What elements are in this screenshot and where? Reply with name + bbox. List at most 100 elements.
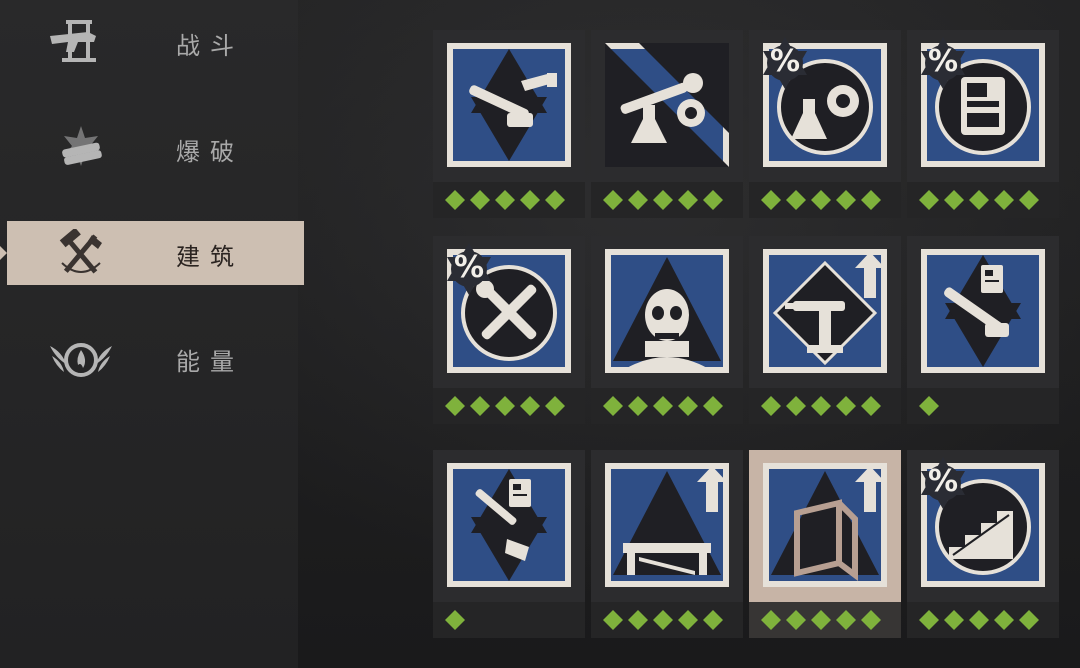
category-label: 能量 xyxy=(176,348,244,376)
drill-blueprint-perk-icon xyxy=(447,463,571,587)
rank-pip-icon xyxy=(445,610,465,630)
percent-badge-text: % xyxy=(927,44,959,79)
explosives-icon xyxy=(62,126,102,166)
category-label: 战斗 xyxy=(176,32,244,60)
rank-pips xyxy=(445,190,565,210)
rank-pip-icon xyxy=(811,610,831,630)
rank-bar xyxy=(907,602,1059,638)
rank-pip-icon xyxy=(678,190,698,210)
chainsaw-blueprint-perk-icon xyxy=(921,249,1045,373)
perk-card[interactable] xyxy=(433,450,585,638)
construction-icon xyxy=(59,229,102,274)
category-sidebar: 战斗 爆破 建筑 能量 xyxy=(0,0,304,668)
percent-badge: % xyxy=(915,455,971,511)
rank-pips xyxy=(919,190,1039,210)
rank-pip-icon xyxy=(628,396,648,416)
rank-bar xyxy=(591,182,743,218)
rank-pip-icon xyxy=(520,190,540,210)
rank-pip-icon xyxy=(495,190,515,210)
rank-pip-icon xyxy=(628,610,648,630)
rank-pip-icon xyxy=(703,396,723,416)
rank-pip-icon xyxy=(944,190,964,210)
rank-pip-icon xyxy=(761,610,781,630)
skull-perk-icon xyxy=(605,249,729,373)
energy-icon xyxy=(50,343,112,377)
rank-pip-icon xyxy=(445,396,465,416)
rank-pip-icon xyxy=(836,190,856,210)
rank-pips xyxy=(445,610,465,630)
perk-card[interactable] xyxy=(591,450,743,638)
rank-bar xyxy=(907,388,1059,424)
rank-pip-icon xyxy=(470,190,490,210)
rank-pip-icon xyxy=(628,190,648,210)
rank-pip-icon xyxy=(761,190,781,210)
percent-badge: % xyxy=(441,241,497,297)
perk-card[interactable] xyxy=(749,450,901,638)
rank-pips xyxy=(445,396,565,416)
rank-bar xyxy=(433,182,585,218)
rank-pips xyxy=(603,190,723,210)
rank-pip-icon xyxy=(786,396,806,416)
perk-card[interactable]: % xyxy=(749,30,901,218)
upgrade-arrow-icon xyxy=(697,466,727,512)
category-label: 建筑 xyxy=(176,243,244,271)
rank-pip-icon xyxy=(761,396,781,416)
perk-card[interactable] xyxy=(749,236,901,424)
rank-bar xyxy=(591,602,743,638)
perk-card[interactable] xyxy=(433,30,585,218)
rank-pip-icon xyxy=(836,610,856,630)
category-tab-combat[interactable]: 战斗 xyxy=(0,10,304,74)
rank-pip-icon xyxy=(703,610,723,630)
rank-pip-icon xyxy=(811,396,831,416)
rank-pip-icon xyxy=(603,610,623,630)
perk-card[interactable] xyxy=(591,236,743,424)
rank-pip-icon xyxy=(919,190,939,210)
rank-pip-icon xyxy=(678,610,698,630)
rank-pip-icon xyxy=(603,396,623,416)
category-tab-explosives[interactable]: 爆破 xyxy=(0,116,304,180)
perk-card[interactable]: % xyxy=(907,30,1059,218)
rank-pip-icon xyxy=(969,190,989,210)
upgrade-arrow-icon xyxy=(855,252,885,298)
rank-pip-icon xyxy=(786,190,806,210)
perk-card[interactable]: % xyxy=(907,450,1059,638)
category-tab-construction[interactable]: 建筑 xyxy=(0,221,304,285)
rank-pips xyxy=(603,396,723,416)
rank-bar xyxy=(749,388,901,424)
percent-badge-text: % xyxy=(769,44,801,79)
perk-card[interactable]: % xyxy=(433,236,585,424)
rank-pip-icon xyxy=(944,610,964,630)
rank-pip-icon xyxy=(786,610,806,630)
rank-pips xyxy=(919,396,939,416)
rank-pips xyxy=(761,610,881,630)
rank-bar xyxy=(749,182,901,218)
rank-pip-icon xyxy=(1019,190,1039,210)
rank-pip-icon xyxy=(653,610,673,630)
rank-pip-icon xyxy=(445,190,465,210)
perk-card[interactable] xyxy=(591,30,743,218)
rank-pip-icon xyxy=(861,396,881,416)
rank-bar xyxy=(749,602,901,638)
percent-badge-text: % xyxy=(927,464,959,499)
upgrade-arrow-icon xyxy=(855,466,885,512)
rank-pips xyxy=(761,190,881,210)
rank-pip-icon xyxy=(1019,610,1039,630)
rank-pip-icon xyxy=(836,396,856,416)
rank-pip-icon xyxy=(678,396,698,416)
rank-pip-icon xyxy=(470,396,490,416)
rank-pip-icon xyxy=(545,396,565,416)
perk-card[interactable] xyxy=(907,236,1059,424)
rank-bar xyxy=(433,602,585,638)
rank-pips xyxy=(919,610,1039,630)
rank-bar xyxy=(591,388,743,424)
rank-pip-icon xyxy=(653,190,673,210)
rank-pip-icon xyxy=(861,610,881,630)
category-tab-energy[interactable]: 能量 xyxy=(0,326,304,390)
wrench-gear-flask-perk-icon xyxy=(605,43,729,167)
category-label: 爆破 xyxy=(176,138,244,166)
rank-bar xyxy=(907,182,1059,218)
rank-pip-icon xyxy=(861,190,881,210)
rank-pip-icon xyxy=(545,190,565,210)
rank-pip-icon xyxy=(811,190,831,210)
rank-pip-icon xyxy=(703,190,723,210)
